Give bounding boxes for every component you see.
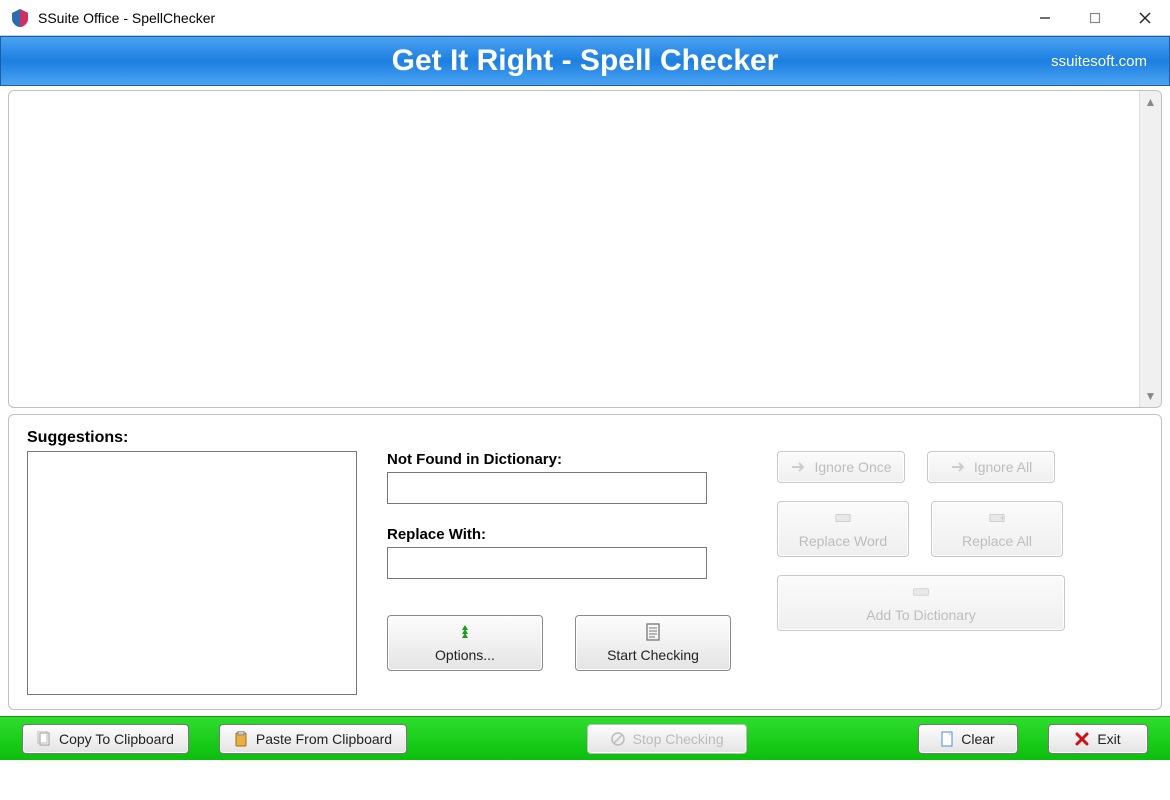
replace-word-label: Replace Word (799, 533, 887, 550)
clear-label: Clear (961, 731, 994, 747)
suggestions-list[interactable] (27, 451, 357, 695)
banner-title: Get It Right - Spell Checker (1, 44, 1169, 78)
not-found-label: Not Found in Dictionary: (387, 451, 777, 468)
titlebar: SSuite Office - SpellChecker (0, 0, 1170, 36)
replace-icon (834, 509, 852, 527)
dictionary-icon (912, 583, 930, 601)
arrow-right-icon (790, 458, 808, 476)
scrollbar[interactable]: ▲ ▼ (1139, 91, 1161, 407)
stop-checking-button[interactable]: Stop Checking (587, 724, 747, 754)
suggestions-label: Suggestions: (27, 429, 387, 447)
replace-with-field[interactable] (387, 547, 707, 579)
text-input-area[interactable] (15, 97, 1139, 401)
start-checking-button-label: Start Checking (607, 647, 699, 663)
app-icon (10, 8, 30, 28)
replace-word-button[interactable]: Replace Word (777, 501, 909, 557)
add-to-dictionary-button[interactable]: Add To Dictionary (777, 575, 1065, 631)
not-found-field[interactable] (387, 472, 707, 504)
ignore-all-button[interactable]: Ignore All (927, 451, 1055, 483)
replace-all-button[interactable]: Replace All (931, 501, 1063, 557)
replace-all-label: Replace All (962, 533, 1032, 550)
paste-icon (234, 731, 248, 747)
options-icon (456, 623, 474, 641)
ignore-once-label: Ignore Once (814, 459, 891, 475)
close-button[interactable] (1120, 0, 1170, 35)
replace-all-icon (988, 509, 1006, 527)
stop-icon (611, 732, 625, 746)
footer: Copy To Clipboard Paste From Clipboard S… (0, 716, 1170, 760)
exit-label: Exit (1097, 731, 1120, 747)
start-checking-button[interactable]: Start Checking (575, 615, 731, 671)
window-title: SSuite Office - SpellChecker (38, 10, 215, 26)
options-button[interactable]: Options... (387, 615, 543, 671)
options-button-label: Options... (435, 647, 495, 663)
document-icon (644, 623, 662, 641)
minimize-button[interactable] (1020, 0, 1070, 35)
banner-link[interactable]: ssuitesoft.com (1051, 53, 1147, 70)
exit-button[interactable]: Exit (1048, 724, 1148, 754)
scroll-down-icon: ▼ (1145, 389, 1157, 403)
add-to-dictionary-label: Add To Dictionary (866, 607, 975, 623)
paste-label: Paste From Clipboard (256, 731, 392, 747)
maximize-button[interactable] (1070, 0, 1120, 35)
banner: Get It Right - Spell Checker ssuitesoft.… (0, 36, 1170, 86)
paste-from-clipboard-button[interactable]: Paste From Clipboard (219, 724, 407, 754)
scroll-up-icon: ▲ (1145, 95, 1157, 109)
ignore-all-label: Ignore All (974, 459, 1032, 475)
clear-button[interactable]: Clear (918, 724, 1018, 754)
close-icon (1075, 732, 1089, 746)
arrow-right-icon (950, 458, 968, 476)
page-icon (941, 731, 953, 747)
text-panel: ▲ ▼ (8, 90, 1162, 408)
copy-label: Copy To Clipboard (59, 731, 174, 747)
replace-with-label: Replace With: (387, 526, 777, 543)
ignore-once-button[interactable]: Ignore Once (777, 451, 905, 483)
copy-icon (37, 731, 51, 747)
stop-checking-label: Stop Checking (633, 731, 724, 747)
copy-to-clipboard-button[interactable]: Copy To Clipboard (22, 724, 189, 754)
lower-panel: Suggestions: Not Found in Dictionary: Re… (8, 414, 1162, 710)
